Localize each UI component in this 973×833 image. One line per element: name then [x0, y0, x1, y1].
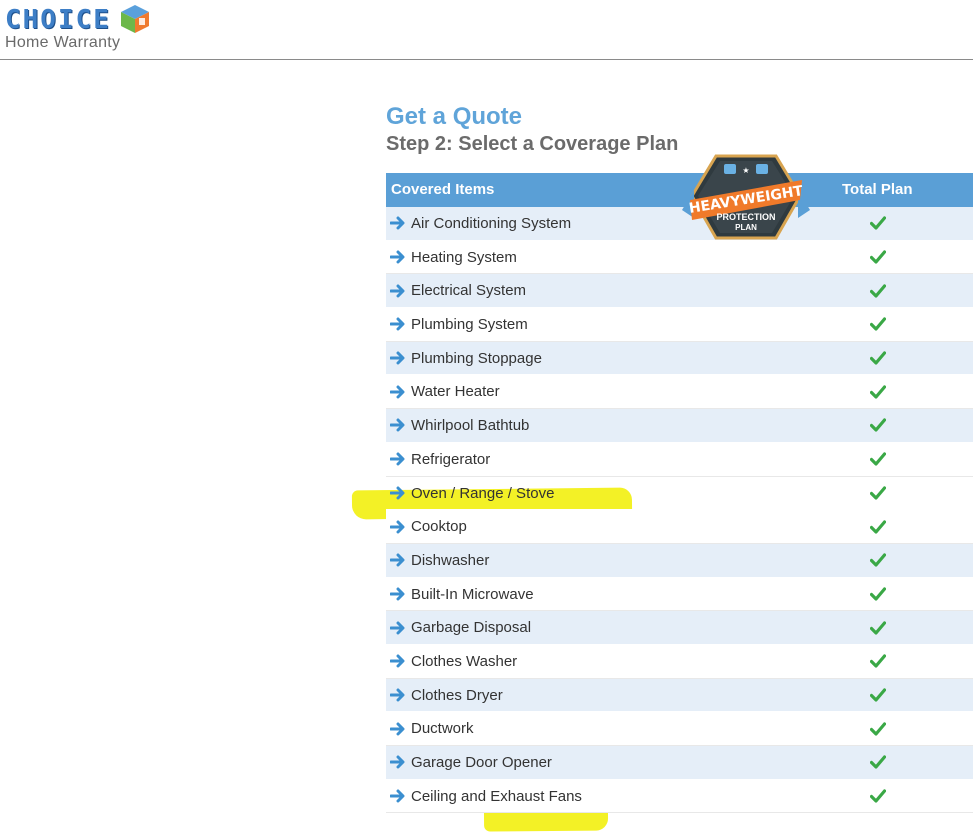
logo-cube-icon — [121, 5, 149, 33]
arrow-right-icon — [390, 351, 405, 365]
table-body: Air Conditioning System Heating System Ele… — [386, 207, 973, 814]
check-icon — [870, 317, 886, 332]
badge-line3: PLAN — [735, 223, 757, 232]
check-icon — [870, 688, 886, 702]
covered-item-label: Clothes Dryer — [411, 686, 503, 704]
table-row: Water Heater — [386, 375, 973, 410]
covered-item-label: Refrigerator — [411, 450, 491, 468]
arrow-right-icon — [390, 654, 405, 668]
arrow-right-icon — [390, 688, 405, 702]
covered-item-label: Ductwork — [411, 720, 474, 738]
covered-item-label: Ceiling and Exhaust Fans — [411, 787, 582, 805]
table-row: Ceiling and Exhaust Fans — [386, 779, 973, 814]
choice-home-warranty-logo[interactable]: CHOICE Home Warranty — [5, 3, 155, 55]
table-row: Built-In Microwave — [386, 577, 973, 612]
check-icon — [870, 587, 886, 601]
arrow-right-icon — [390, 250, 405, 264]
table-row: Garage Door Opener — [386, 746, 973, 780]
table-row: Garbage Disposal — [386, 611, 973, 645]
covered-item-label: Air Conditioning System — [411, 215, 572, 232]
covered-item-label: Electrical System — [411, 282, 527, 300]
check-icon — [870, 250, 886, 264]
arrow-right-icon — [390, 284, 405, 298]
site-header: CHOICE Home Warranty — [0, 0, 973, 60]
table-row: Electrical System — [386, 274, 973, 309]
check-icon — [870, 385, 886, 399]
check-icon — [870, 789, 886, 803]
logo-subtitle: Home Warranty — [5, 34, 121, 51]
arrow-right-icon — [390, 520, 405, 534]
arrow-right-icon — [390, 317, 405, 331]
table-row: Ductwork — [386, 712, 973, 746]
covered-item-label: Plumbing System — [411, 316, 528, 334]
table-row: Clothes Dryer — [386, 678, 973, 713]
star-icon: ★ — [742, 166, 749, 175]
table-row: Refrigerator — [386, 442, 973, 477]
glove-right-icon — [756, 164, 768, 174]
covered-item-label: Whirlpool Bathtub — [411, 417, 530, 435]
table-row: Oven / Range / Stove — [386, 477, 973, 511]
covered-item-label: Dishwasher — [411, 551, 490, 569]
table-row: Dishwasher — [386, 543, 973, 578]
table-row: Clothes Washer — [386, 644, 973, 679]
covered-item-label: Plumbing Stoppage — [411, 349, 542, 367]
table-row: Air Conditioning System — [386, 207, 973, 241]
covered-item-label: Oven / Range / Stove — [411, 484, 555, 502]
arrow-right-icon — [390, 755, 405, 769]
arrow-right-icon — [390, 452, 405, 466]
logo-wordmark: CHOICE — [5, 5, 111, 35]
table-row: Cooktop — [386, 510, 973, 544]
check-icon — [870, 620, 886, 635]
covered-item-label: Cooktop — [411, 518, 467, 536]
coverage-table: Covered Items Total Plan Air Conditionin… — [386, 173, 973, 814]
page-title: Get a Quote — [386, 103, 523, 130]
table-row: Plumbing System — [386, 308, 973, 342]
arrow-right-icon — [390, 418, 405, 432]
column-header-covered-items: Covered Items — [391, 181, 495, 198]
arrow-right-icon — [390, 486, 405, 500]
check-icon — [870, 519, 886, 534]
arrow-right-icon — [390, 385, 405, 399]
glove-left-icon — [724, 164, 736, 174]
covered-item-label: Garbage Disposal — [411, 619, 532, 637]
check-icon — [870, 452, 886, 466]
badge-line2: PROTECTION — [716, 212, 775, 222]
arrow-right-icon — [390, 553, 405, 567]
page-subtitle: Step 2: Select a Coverage Plan — [386, 133, 679, 155]
check-icon — [870, 654, 886, 668]
check-icon — [870, 755, 886, 769]
check-icon — [870, 216, 886, 230]
covered-item-label: Clothes Washer — [411, 652, 518, 670]
heavyweight-protection-plan-badge: ★ HEAVYWEIGHT PROTECTION PLAN — [682, 154, 810, 240]
check-icon — [870, 722, 886, 736]
table-header: Covered Items Total Plan — [386, 173, 973, 207]
arrow-right-icon — [390, 789, 405, 803]
arrow-right-icon — [390, 216, 405, 230]
table-row: Heating System — [386, 240, 973, 275]
covered-item-label: Built-In Microwave — [411, 585, 534, 603]
table-row: Plumbing Stoppage — [386, 341, 973, 376]
covered-item-label: Water Heater — [411, 383, 500, 401]
check-icon — [870, 351, 886, 365]
arrow-right-icon — [390, 587, 405, 601]
arrow-right-icon — [390, 722, 405, 736]
covered-item-label: Garage Door Opener — [411, 754, 552, 771]
check-icon — [870, 553, 886, 567]
arrow-right-icon — [390, 621, 405, 635]
check-icon — [870, 486, 886, 500]
table-row: Whirlpool Bathtub — [386, 409, 973, 443]
covered-item-label: Heating System — [411, 248, 517, 266]
check-icon — [870, 284, 886, 298]
column-header-total-plan: Total Plan — [842, 181, 913, 198]
check-icon — [870, 418, 886, 433]
